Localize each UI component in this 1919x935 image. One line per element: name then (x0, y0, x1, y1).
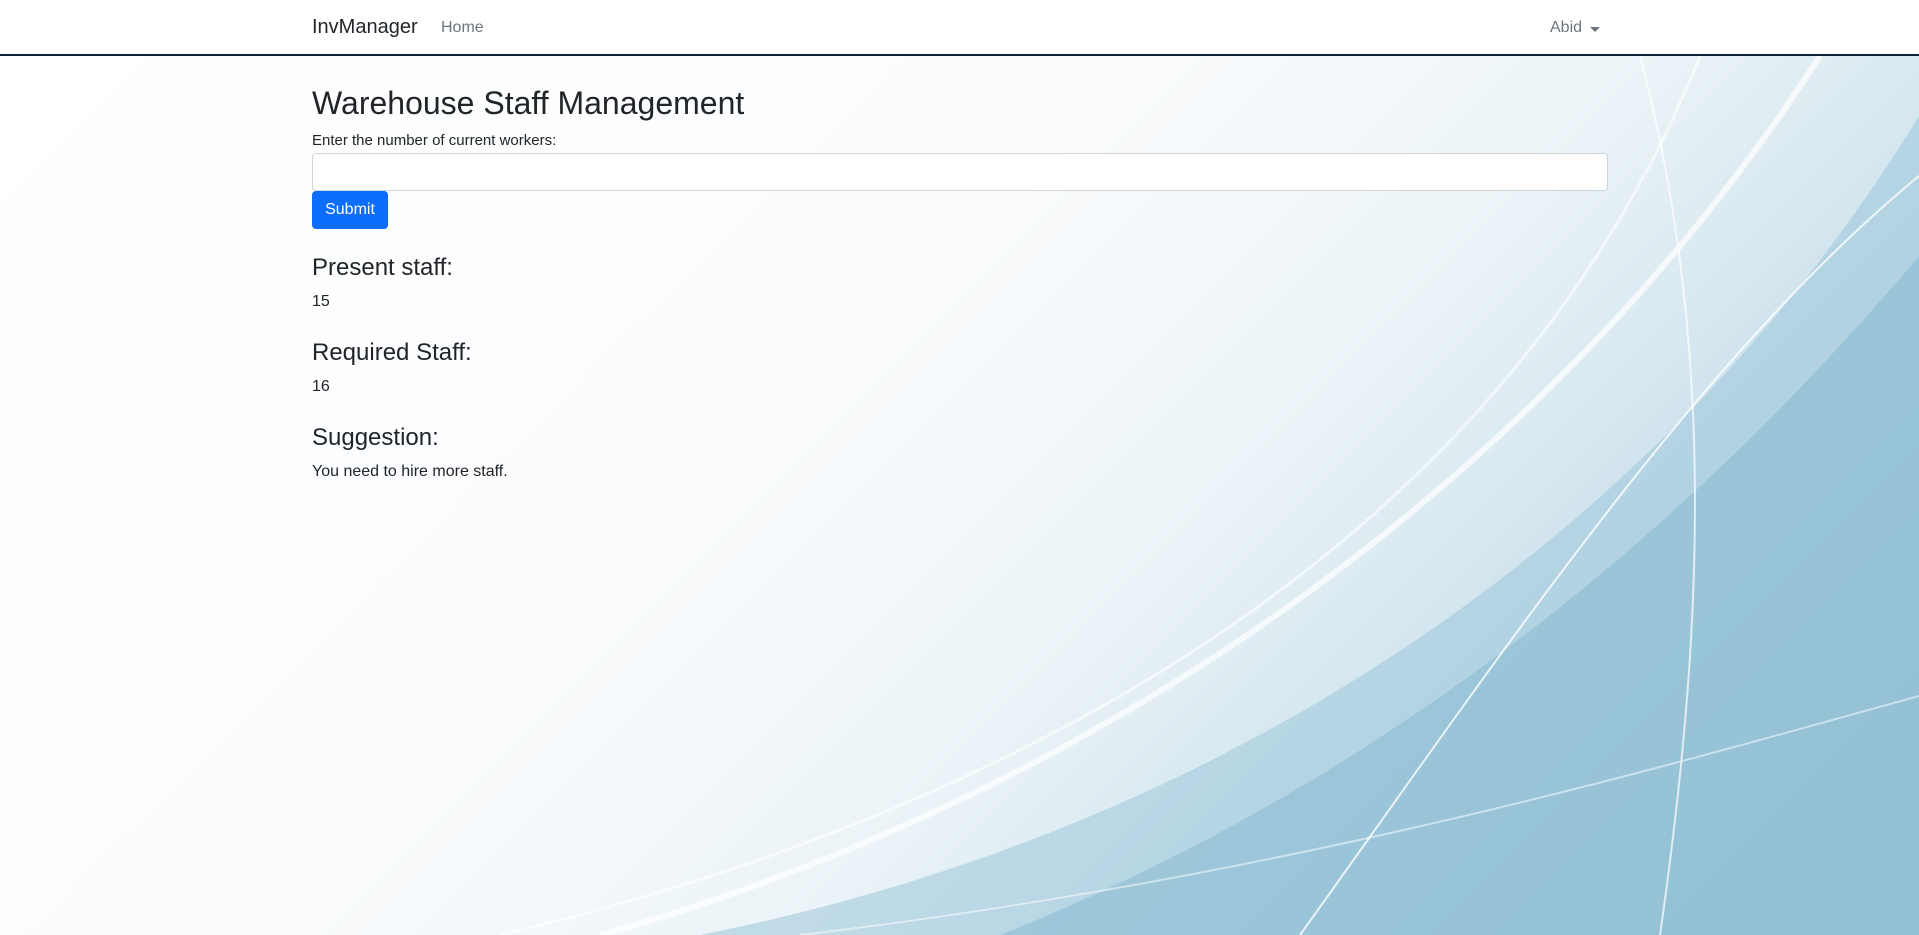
suggestion-heading: Suggestion: (312, 424, 439, 451)
suggestion-text: You need to hire more staff. (312, 463, 508, 480)
required-staff-heading: Required Staff: (312, 339, 472, 366)
present-staff-heading: Present staff: (312, 254, 453, 281)
brand-link[interactable]: InvManager (312, 16, 418, 39)
required-staff-value: 16 (312, 378, 330, 395)
user-name: Abid (1550, 19, 1583, 36)
nav-link-home[interactable]: Home (441, 19, 484, 37)
top-navbar: InvManager Home Abid (0, 0, 1919, 56)
workers-field-label: Enter the number of current workers: (312, 132, 557, 149)
submit-button[interactable]: Submit (312, 191, 388, 229)
user-dropdown[interactable]: Abid (1550, 19, 1601, 37)
present-staff-value: 15 (312, 293, 330, 310)
workers-input[interactable] (312, 153, 1608, 191)
caret-down-icon (1590, 26, 1601, 32)
page-title: Warehouse Staff Management (312, 85, 745, 121)
